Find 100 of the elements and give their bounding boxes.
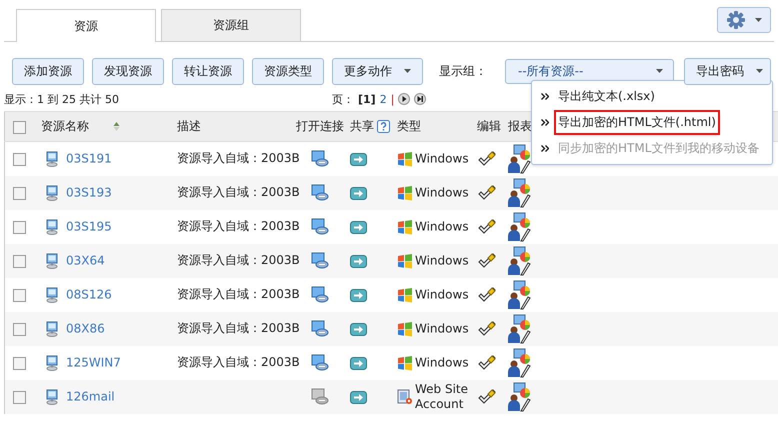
column-header[interactable]: 资源名称	[41, 119, 89, 133]
computer-icon	[45, 252, 59, 268]
resource-link[interactable]: 08S126	[66, 286, 112, 301]
double-chevron-icon	[541, 118, 549, 126]
remote-desktop-icon[interactable]	[311, 150, 329, 168]
row-checkbox[interactable]	[13, 220, 26, 234]
settings-button[interactable]	[717, 7, 771, 33]
row-checkbox[interactable]	[13, 356, 26, 370]
tab[interactable]: 资源	[16, 9, 156, 42]
table-cell: 资源导入自域：2003B	[177, 219, 300, 233]
resource-link[interactable]: 08X86	[66, 320, 105, 335]
remote-desktop-icon[interactable]	[311, 218, 329, 235]
row-checkbox[interactable]	[13, 152, 26, 166]
page-link[interactable]: 2	[380, 92, 387, 106]
computer-icon	[45, 354, 59, 370]
windows-logo-icon	[397, 286, 413, 302]
group-label: 显示组：	[439, 62, 487, 80]
row-checkbox[interactable]	[13, 322, 26, 336]
report-icon[interactable]	[508, 178, 532, 208]
menu-item[interactable]: 导出加密的HTML文件(.html)	[532, 111, 772, 134]
column-header: 共享	[350, 119, 374, 133]
group-select[interactable]: --所有资源--	[505, 58, 674, 84]
row-checkbox[interactable]	[13, 186, 26, 200]
page-separator: |	[390, 92, 394, 106]
resource-type: Windows	[415, 286, 469, 301]
computer-icon	[45, 218, 59, 234]
edit-icon[interactable]	[477, 252, 497, 268]
resource-type: Windows	[415, 252, 469, 267]
export-button[interactable]: 导出密码	[684, 58, 771, 84]
resource-type: Windows	[415, 218, 469, 233]
report-icon[interactable]	[508, 314, 532, 344]
edit-icon[interactable]	[477, 320, 497, 336]
result-summary: 显示：1 到 25 共计 50	[4, 92, 120, 106]
row-checkbox[interactable]	[13, 288, 26, 302]
table-cell: 资源导入自域：2003B	[177, 151, 300, 166]
table-cell: 资源导入自域：2003B	[177, 287, 300, 301]
remote-desktop-icon[interactable]	[311, 286, 329, 303]
resource-type: Windows	[415, 354, 469, 369]
resource-link[interactable]: 03S191	[66, 151, 112, 166]
windows-logo-icon	[397, 218, 413, 234]
report-icon[interactable]	[508, 382, 532, 412]
page-label: 页：	[332, 92, 354, 106]
row-checkbox[interactable]	[13, 390, 26, 404]
action-button[interactable]: 添加资源	[12, 58, 84, 84]
table-cell: 资源导入自域：2003B	[177, 321, 300, 335]
edit-icon[interactable]	[477, 388, 497, 404]
select-all-checkbox[interactable]	[13, 120, 26, 134]
column-header: 类型	[397, 119, 421, 133]
remote-desktop-icon[interactable]	[311, 252, 329, 269]
resource-link[interactable]: 03X64	[66, 252, 105, 267]
sort-icon[interactable]	[113, 122, 120, 132]
current-page: [1]	[358, 92, 376, 106]
dropdown-button[interactable]: 更多动作	[332, 58, 423, 84]
edit-icon[interactable]	[477, 218, 497, 234]
resource-link[interactable]: 03S193	[66, 184, 112, 199]
action-button[interactable]: 发现资源	[92, 58, 164, 84]
computer-icon	[45, 286, 59, 302]
report-icon[interactable]	[508, 212, 532, 242]
double-chevron-icon	[541, 145, 549, 152]
remote-desktop-icon[interactable]	[311, 354, 329, 371]
remote-desktop-icon[interactable]	[311, 184, 329, 201]
column-header: 编辑	[477, 119, 501, 133]
column-header: 报表	[508, 119, 532, 133]
report-icon[interactable]	[508, 144, 532, 174]
last-page-icon[interactable]	[414, 93, 426, 105]
remote-desktop-icon[interactable]	[311, 320, 329, 337]
resource-link[interactable]: 125WIN7	[66, 354, 121, 369]
computer-icon	[45, 388, 59, 404]
menu-item[interactable]: 导出纯文本(.xlsx)	[532, 85, 772, 108]
edit-icon[interactable]	[477, 184, 497, 200]
resource-type: Windows	[415, 320, 469, 335]
resource-link[interactable]: 03S195	[66, 218, 112, 233]
edit-icon[interactable]	[477, 150, 497, 167]
caret-icon	[756, 69, 763, 73]
edit-icon[interactable]	[477, 354, 497, 370]
next-page-icon[interactable]	[398, 93, 410, 105]
table-cell: 资源导入自域：2003B	[177, 355, 300, 369]
windows-logo-icon	[397, 320, 413, 336]
computer-icon	[45, 184, 59, 200]
column-header: 打开连接	[296, 119, 344, 133]
edit-icon[interactable]	[477, 286, 497, 302]
table-cell: 资源导入自域：2003B	[177, 185, 300, 199]
windows-logo-icon	[397, 184, 413, 200]
caret-icon	[656, 69, 663, 73]
settings-icon	[726, 10, 746, 30]
windows-logo-icon	[397, 354, 413, 370]
report-icon[interactable]	[508, 348, 532, 378]
tab[interactable]: 资源组	[161, 9, 301, 41]
report-icon[interactable]	[508, 246, 532, 276]
action-button[interactable]: 资源类型	[252, 58, 324, 84]
resource-type: Web Site Account	[415, 382, 470, 412]
windows-logo-icon	[397, 150, 413, 167]
help-icon[interactable]	[377, 120, 390, 134]
row-checkbox[interactable]	[13, 254, 26, 268]
double-chevron-icon	[541, 92, 549, 100]
action-button[interactable]: 转让资源	[172, 58, 244, 84]
report-icon[interactable]	[508, 280, 532, 310]
web-page-icon	[397, 388, 413, 404]
resource-link[interactable]: 126mail	[66, 388, 115, 403]
resource-type: Windows	[415, 184, 469, 199]
